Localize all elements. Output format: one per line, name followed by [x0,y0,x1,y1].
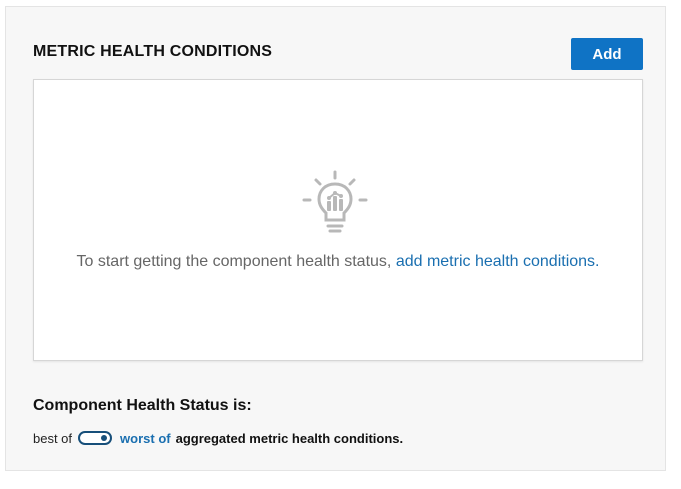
option-worst-of[interactable]: worst of [120,431,171,446]
add-conditions-link[interactable]: add metric health conditions. [396,253,600,270]
conditions-empty-state: To start getting the component health st… [33,79,643,361]
empty-state-text: To start getting the component health st… [76,253,396,270]
metric-health-panel: METRIC HEALTH CONDITIONS Add To start ge… [5,6,666,471]
aggregation-suffix: aggregated metric health conditions. [175,430,404,446]
aggregation-toggle[interactable] [78,431,113,445]
section-title: METRIC HEALTH CONDITIONS [33,43,273,60]
empty-state-message: To start getting the component health st… [34,253,642,271]
lightbulb-chart-icon [302,170,368,233]
health-status-heading: Component Health Status is: [33,397,252,414]
option-best-of[interactable]: best of [33,431,72,446]
aggregation-toggle-row: best of worst of aggregated metric healt… [33,428,403,448]
toggle-knob [101,435,108,441]
add-condition-button[interactable]: Add [571,38,643,70]
